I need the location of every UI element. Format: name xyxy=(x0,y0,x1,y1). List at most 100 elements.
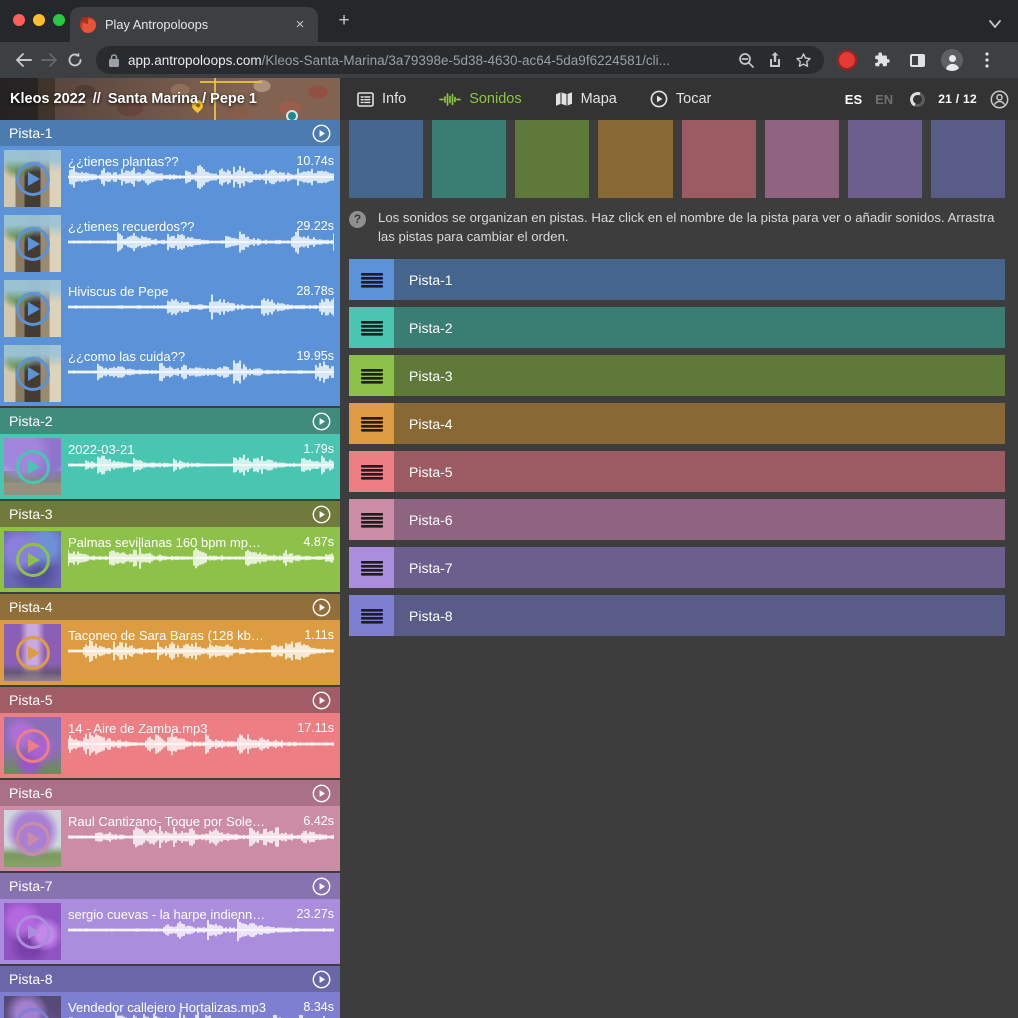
track-header[interactable]: Pista-5 xyxy=(0,687,340,713)
clip-item[interactable]: ¿¿tienes plantas?? 10.74s xyxy=(0,146,340,211)
window-minimize-button[interactable] xyxy=(33,14,45,26)
track-row-label: Pista-5 xyxy=(409,464,453,480)
track-row[interactable]: Pista-6 xyxy=(349,499,1005,540)
record-extension-icon[interactable] xyxy=(835,48,859,72)
track-color-swatch xyxy=(848,120,922,198)
clip-play-button[interactable] xyxy=(16,450,50,484)
language-en-button[interactable]: EN xyxy=(875,92,893,107)
track-header[interactable]: Pista-7 xyxy=(0,873,340,899)
drag-handle-icon[interactable] xyxy=(349,595,394,636)
clip-play-button[interactable] xyxy=(16,636,50,670)
track-play-button[interactable] xyxy=(312,412,331,431)
back-button-icon[interactable] xyxy=(10,47,36,73)
clip-item[interactable]: Hiviscus de Pepe 28.78s xyxy=(0,276,340,341)
track-header[interactable]: Pista-3 xyxy=(0,501,340,527)
drag-handle-icon[interactable] xyxy=(349,499,394,540)
breadcrumb-piece[interactable]: Santa Marina / Pepe 1 xyxy=(108,91,257,107)
drag-handle-icon[interactable] xyxy=(349,259,394,300)
track-play-button[interactable] xyxy=(312,691,331,710)
drag-handle-icon[interactable] xyxy=(349,547,394,588)
track-header[interactable]: Pista-2 xyxy=(0,408,340,434)
track-row[interactable]: Pista-1 xyxy=(349,259,1005,300)
track-row-body[interactable]: Pista-4 xyxy=(394,403,1005,444)
browser-tab[interactable]: Play Antropoloops × xyxy=(70,7,318,42)
browser-menu-dots-icon[interactable] xyxy=(975,48,999,72)
clip-waveform xyxy=(68,1009,334,1018)
help-question-icon: ? xyxy=(349,211,366,228)
nav-tab-info[interactable]: Info xyxy=(357,91,406,107)
clip-item[interactable]: sergio cuevas - la harpe indienne - 03 -… xyxy=(0,899,340,964)
track-row[interactable]: Pista-3 xyxy=(349,355,1005,396)
clip-play-button[interactable] xyxy=(16,227,50,261)
bookmark-star-icon[interactable] xyxy=(795,52,812,69)
forward-button-icon[interactable] xyxy=(36,47,62,73)
clip-play-button[interactable] xyxy=(16,292,50,326)
window-zoom-button[interactable] xyxy=(53,14,65,26)
browser-window: Play Antropoloops × + app.antropoloops.c… xyxy=(0,0,1018,1018)
language-es-button[interactable]: ES xyxy=(845,92,862,107)
track-row-body[interactable]: Pista-8 xyxy=(394,595,1005,636)
clip-play-button[interactable] xyxy=(16,543,50,577)
clip-item[interactable]: 2022-03-21 1.79s xyxy=(0,434,340,499)
track-play-button[interactable] xyxy=(312,970,331,989)
clip-play-button[interactable] xyxy=(16,357,50,391)
nav-mapa-label: Mapa xyxy=(581,91,617,107)
clip-play-button[interactable] xyxy=(16,915,50,949)
clip-play-button[interactable] xyxy=(16,822,50,856)
account-icon[interactable] xyxy=(990,90,1009,109)
clip-item[interactable]: Palmas sevillanas 160 bpm mp3.mp3 4.87s xyxy=(0,527,340,592)
breadcrumb[interactable]: Kleos 2022//Santa Marina / Pepe 1 xyxy=(0,78,340,120)
track-row-body[interactable]: Pista-6 xyxy=(394,499,1005,540)
address-bar[interactable]: app.antropoloops.com/Kleos-Santa-Marina/… xyxy=(96,46,824,74)
clip-play-button[interactable] xyxy=(16,729,50,763)
new-tab-button[interactable]: + xyxy=(332,9,356,33)
nav-tab-sonidos[interactable]: Sonidos xyxy=(439,91,521,107)
clip-item[interactable]: ¿¿tienes recuerdos?? 29.22s xyxy=(0,211,340,276)
track-header[interactable]: Pista-4 xyxy=(0,594,340,620)
track-play-button[interactable] xyxy=(312,598,331,617)
extensions-puzzle-icon[interactable] xyxy=(870,48,894,72)
track-play-button[interactable] xyxy=(312,784,331,803)
track-row[interactable]: Pista-5 xyxy=(349,451,1005,492)
window-close-button[interactable] xyxy=(13,14,25,26)
track-row-body[interactable]: Pista-1 xyxy=(394,259,1005,300)
clip-item[interactable]: Vendedor callejero Hortalizas.mp3 8.34s xyxy=(0,992,340,1018)
share-icon[interactable] xyxy=(767,51,783,69)
clip-item[interactable]: Taconeo de Sara Baras (128 kbps).mp3 1.1… xyxy=(0,620,340,685)
track-row[interactable]: Pista-7 xyxy=(349,547,1005,588)
track-header[interactable]: Pista-6 xyxy=(0,780,340,806)
track-play-button[interactable] xyxy=(312,124,331,143)
nav-tab-mapa[interactable]: Mapa xyxy=(555,91,617,107)
track-play-button[interactable] xyxy=(312,877,331,896)
drag-handle-icon[interactable] xyxy=(349,307,394,348)
side-panel-icon[interactable] xyxy=(905,48,929,72)
drag-handle-icon[interactable] xyxy=(349,355,394,396)
track-row[interactable]: Pista-2 xyxy=(349,307,1005,348)
clip-thumbnail xyxy=(4,531,61,588)
track-row-body[interactable]: Pista-3 xyxy=(394,355,1005,396)
track-play-button[interactable] xyxy=(312,505,331,524)
track-header[interactable]: Pista-1 xyxy=(0,120,340,146)
clip-item[interactable]: ¿¿como las cuida?? 19.95s xyxy=(0,341,340,406)
reload-button-icon[interactable] xyxy=(62,47,88,73)
track-row[interactable]: Pista-8 xyxy=(349,595,1005,636)
track-row-body[interactable]: Pista-7 xyxy=(394,547,1005,588)
clip-play-button[interactable] xyxy=(16,1008,50,1018)
clip-item[interactable]: 14 - Aire de Zamba.mp3 17.11s xyxy=(0,713,340,778)
breadcrumb-project[interactable]: Kleos 2022 xyxy=(10,91,86,107)
clip-item[interactable]: Raul Cantizano- Toque por Solenoide.mp3 … xyxy=(0,806,340,871)
tab-close-icon[interactable]: × xyxy=(292,16,308,33)
tab-search-chevron-icon[interactable] xyxy=(988,16,1002,34)
nav-tab-tocar[interactable]: Tocar xyxy=(650,90,711,108)
track-color-swatch xyxy=(682,120,756,198)
browser-tab-strip: Play Antropoloops × + xyxy=(0,0,1018,42)
zoom-out-icon[interactable] xyxy=(738,52,755,69)
track-row-body[interactable]: Pista-2 xyxy=(394,307,1005,348)
drag-handle-icon[interactable] xyxy=(349,451,394,492)
clip-play-button[interactable] xyxy=(16,162,50,196)
track-row[interactable]: Pista-4 xyxy=(349,403,1005,444)
browser-profile-avatar[interactable] xyxy=(940,48,964,72)
track-row-body[interactable]: Pista-5 xyxy=(394,451,1005,492)
drag-handle-icon[interactable] xyxy=(349,403,394,444)
track-header[interactable]: Pista-8 xyxy=(0,966,340,992)
